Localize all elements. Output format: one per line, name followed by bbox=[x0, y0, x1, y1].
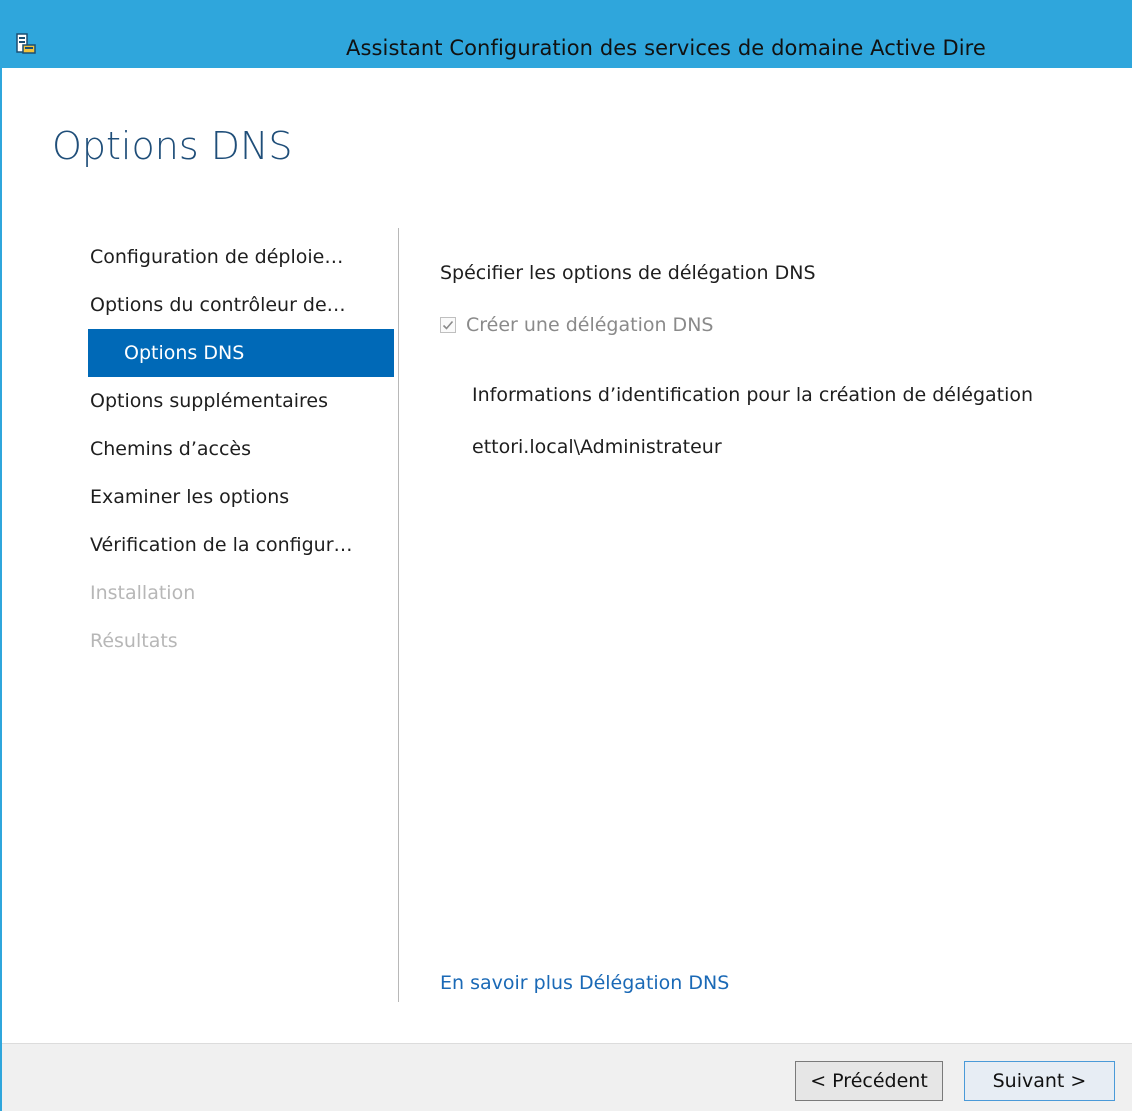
create-dns-delegation-label: Créer une délégation DNS bbox=[466, 314, 714, 336]
create-dns-delegation-option: Créer une délégation DNS bbox=[440, 312, 713, 338]
nav-item-deployment-config[interactable]: Configuration de déploie… bbox=[88, 233, 398, 281]
previous-button[interactable]: < Précédent bbox=[795, 1061, 943, 1101]
window-title: Assistant Configuration des services de … bbox=[346, 36, 986, 60]
nav-item-additional-options[interactable]: Options supplémentaires bbox=[88, 377, 398, 425]
server-manager-icon bbox=[14, 32, 38, 56]
nav-item-installation: Installation bbox=[90, 582, 196, 604]
section-label: Spécifier les options de délégation DNS bbox=[440, 262, 816, 284]
wizard-window: Assistant Configuration des services de … bbox=[0, 0, 1132, 1111]
credentials-label: Informations d’identification pour la cr… bbox=[472, 384, 1034, 406]
nav-item-dc-options[interactable]: Options du contrôleur de… bbox=[88, 281, 398, 329]
nav-item-paths[interactable]: Chemins d’accès bbox=[88, 425, 398, 473]
wizard-step-nav: Configuration de déploie… Options du con… bbox=[88, 233, 398, 665]
next-button[interactable]: Suivant > bbox=[964, 1061, 1115, 1101]
nav-item-review-options[interactable]: Examiner les options bbox=[88, 473, 398, 521]
title-bar: Assistant Configuration des services de … bbox=[2, 0, 1132, 68]
footer-bar: < Précédent Suivant > bbox=[2, 1043, 1132, 1111]
nav-item-results: Résultats bbox=[90, 630, 178, 652]
nav-divider bbox=[398, 228, 399, 1002]
checkmark-icon bbox=[442, 320, 454, 330]
page-title: Options DNS bbox=[52, 124, 293, 168]
nav-item-prerequisites-check[interactable]: Vérification de la configur… bbox=[88, 521, 398, 569]
credentials-value: ettori.local\Administrateur bbox=[472, 436, 722, 458]
learn-more-dns-delegation-link[interactable]: En savoir plus Délégation DNS bbox=[440, 972, 729, 994]
nav-item-dns-options[interactable]: Options DNS bbox=[88, 329, 394, 377]
create-dns-delegation-checkbox[interactable] bbox=[440, 317, 456, 333]
